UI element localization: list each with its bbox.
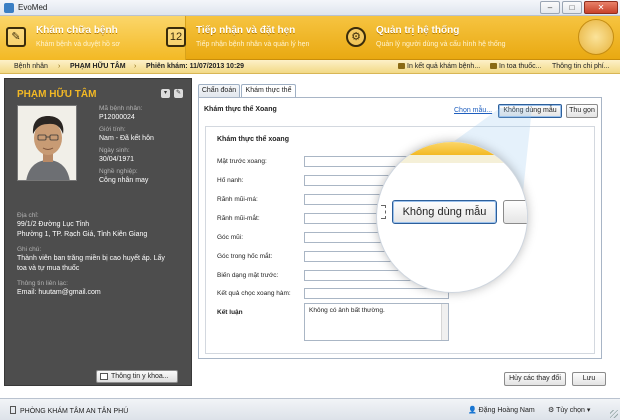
cost-info-label: Thông tin chi phí...: [552, 63, 610, 70]
magnified-collapse-button: [503, 200, 527, 224]
module-title: Khám chữa bệnh: [36, 25, 118, 36]
patient-id-label: Mã bệnh nhân:: [99, 105, 143, 112]
clinic-logo: [578, 19, 614, 55]
patient-gender: Nam - Đã kết hôn: [99, 135, 154, 142]
patient-panel: PHẠM HỮU TÂM ▾ ✎ Mã bệnh nhân: P12000024…: [4, 78, 192, 386]
gender-label: Giới tính:: [99, 126, 126, 133]
module-kham-chua-benh[interactable]: ✎ Khám chữa bệnh Khám bệnh và duyệt hồ s…: [0, 16, 186, 60]
magnified-field-edge: [381, 205, 386, 219]
field-label: Góc trong hốc mắt:: [217, 253, 273, 260]
magnifier-lens: Không dùng mẫu: [376, 141, 528, 293]
patient-name: PHẠM HỮU TÂM: [17, 89, 97, 100]
module-subtitle: Khám bệnh và duyệt hồ sơ: [36, 41, 120, 48]
print-result-button[interactable]: In kết quả khám bệnh...: [398, 63, 480, 70]
address-label: Địa chỉ:: [17, 212, 39, 219]
note-label: Ghi chú:: [17, 246, 42, 253]
cancel-changes-button[interactable]: Hủy các thay đổi: [504, 372, 566, 386]
module-title: Quản trị hệ thống: [376, 25, 460, 36]
section-title: Khám thực thể xoang: [217, 136, 289, 143]
dob-label: Ngày sinh:: [99, 147, 130, 154]
conclusion-label: Kết luận: [217, 309, 243, 316]
select-template-link[interactable]: Chọn mẫu...: [454, 107, 492, 114]
module-quan-tri[interactable]: ⚙ Quản trị hệ thống Quản lý người dùng v…: [340, 16, 540, 60]
maximize-button[interactable]: □: [562, 1, 582, 14]
contact-label: Thông tin liên lạc:: [17, 280, 68, 287]
field-label: Rãnh mũi-má:: [217, 196, 258, 203]
breadcrumb-separator: ›: [58, 63, 61, 70]
breadcrumb-root[interactable]: Bệnh nhân: [14, 63, 48, 70]
patient-photo: [17, 105, 77, 181]
breadcrumb-patient[interactable]: PHẠM HỮU TÂM: [70, 63, 126, 70]
field-ket-qua-choc-xoang[interactable]: [304, 288, 449, 299]
window-controls: – □ ✕: [540, 1, 618, 14]
collapse-button[interactable]: Thu gọn: [566, 104, 598, 118]
conclusion-textarea[interactable]: Không có ảnh bất thường.: [304, 303, 449, 341]
breadcrumb: Bệnh nhân › PHẠM HỮU TÂM › Phiên khám: 1…: [0, 60, 620, 74]
tab-kham-thuc-the[interactable]: Khám thực thể: [241, 84, 296, 98]
patient-note-line2: toa và tự mua thuốc: [17, 265, 80, 272]
close-button[interactable]: ✕: [584, 1, 618, 14]
options-label: Tùy chọn: [556, 407, 585, 414]
print-prescription-label: In toa thuốc...: [499, 63, 542, 70]
patient-address-line1: 99/1/2 Đường Lục Tỉnh: [17, 221, 90, 228]
phone-icon: [10, 406, 16, 414]
user-name: Đặng Hoàng Nam: [478, 407, 535, 414]
module-subtitle: Quản lý người dùng và cấu hình hệ thống: [376, 41, 506, 48]
patient-address-line2: Phường 1, TP. Rạch Giá, Tỉnh Kiên Giang: [17, 231, 148, 238]
patient-tools: ▾ ✎: [161, 89, 183, 98]
calendar-icon: 12: [166, 27, 186, 47]
status-bar: PHÒNG KHÁM TÂM AN TÂN PHÚ 👤 Đặng Hoàng N…: [0, 398, 620, 420]
window-title: EvoMed: [18, 3, 48, 12]
patient-job: Công nhân may: [99, 177, 149, 184]
magnified-header: [377, 142, 527, 155]
conclusion-text: Không có ảnh bất thường.: [309, 307, 385, 314]
field-label: Biến dạng mặt trước:: [217, 272, 279, 279]
app-icon: [4, 3, 14, 13]
breadcrumb-session[interactable]: Phiên khám: 11/07/2013 10:29: [146, 63, 244, 70]
options-menu[interactable]: ⚙ Tùy chọn ▾: [548, 406, 590, 414]
module-tiep-nhan[interactable]: 12 Tiếp nhận và đặt hẹn Tiếp nhận bệnh n…: [160, 16, 330, 60]
patient-dob: 30/04/1971: [99, 156, 135, 163]
tab-chan-doan[interactable]: Chẩn đoán: [198, 84, 240, 97]
edit-icon[interactable]: ✎: [174, 89, 183, 98]
module-banner: ✎ Khám chữa bệnh Khám bệnh và duyệt hồ s…: [0, 16, 620, 60]
pin-icon[interactable]: ▾: [161, 89, 170, 98]
medical-info-label: Thông tin y khoa...: [111, 373, 169, 380]
print-prescription-button[interactable]: In toa thuốc...: [490, 63, 541, 70]
medical-info-button[interactable]: Thông tin y khoa...: [96, 370, 178, 383]
gear-icon: ⚙: [346, 27, 366, 47]
patient-note-line1: Thành viên ban trăng miền bị cao huyết á…: [17, 255, 165, 262]
scrollbar[interactable]: [441, 304, 448, 340]
minimize-button[interactable]: –: [540, 1, 560, 14]
printer-icon: [490, 63, 497, 69]
clipboard-icon: ✎: [6, 27, 26, 47]
no-template-button[interactable]: Không dùng mẫu: [498, 104, 562, 118]
field-label: Rãnh mũi-mắt:: [217, 215, 260, 222]
field-label: Góc mũi:: [217, 234, 244, 241]
field-label: Mặt trước xoang:: [217, 158, 267, 165]
title-bar: EvoMed – □ ✕: [0, 0, 620, 16]
print-result-label: In kết quả khám bệnh...: [407, 63, 481, 70]
job-label: Nghề nghiệp:: [99, 168, 138, 175]
cost-info-button[interactable]: Thông tin chi phí...: [552, 63, 610, 70]
patient-email: Email: huutam@gmail.com: [17, 289, 101, 296]
magnified-stripe: [377, 155, 527, 163]
save-button[interactable]: Lưu: [572, 372, 606, 386]
patient-id: P12000024: [99, 114, 135, 121]
module-title: Tiếp nhận và đặt hẹn: [196, 25, 296, 36]
current-user[interactable]: 👤 Đặng Hoàng Nam: [468, 406, 535, 414]
form-title: Khám thực thể Xoang: [204, 106, 277, 113]
breadcrumb-separator: ›: [134, 63, 137, 70]
module-subtitle: Tiếp nhận bệnh nhân và quản lý hẹn: [196, 41, 310, 48]
document-icon: [100, 373, 108, 380]
resize-grip[interactable]: [610, 410, 618, 418]
clinic-name: PHÒNG KHÁM TÂM AN TÂN PHÚ: [20, 408, 129, 415]
printer-icon: [398, 63, 405, 69]
clinic-status: PHÒNG KHÁM TÂM AN TÂN PHÚ: [10, 406, 128, 415]
field-label: Kết quả chọc xoang hàm:: [217, 290, 291, 297]
field-label: Hố nanh:: [217, 177, 244, 184]
magnified-no-template-button: Không dùng mẫu: [392, 200, 497, 224]
